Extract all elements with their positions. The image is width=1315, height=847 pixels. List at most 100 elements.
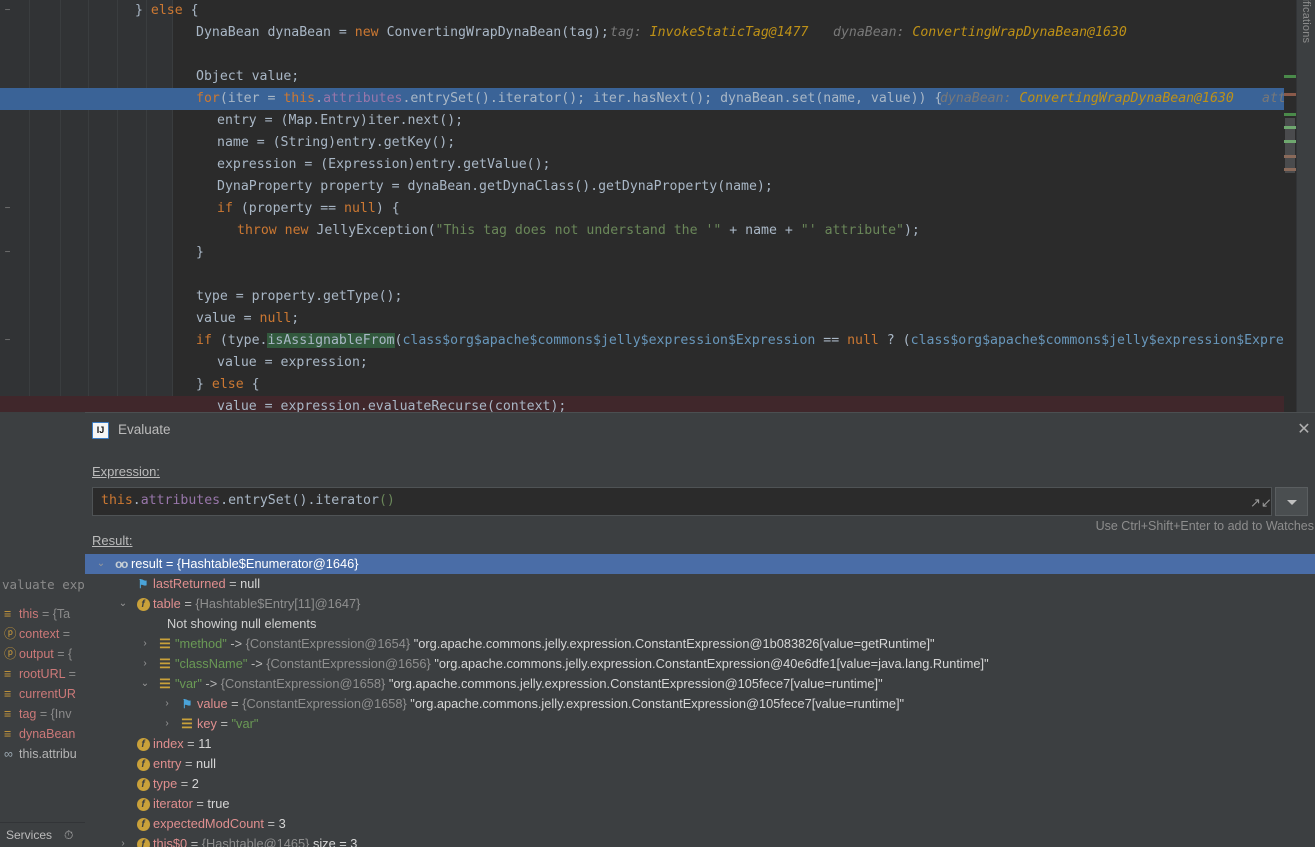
tree-row[interactable]: ⌄ f table = {Hashtable$Entry[11]@1647} bbox=[85, 594, 1315, 614]
tree-row-label: expectedModCount = 3 bbox=[153, 816, 286, 831]
code-editor[interactable]: −−−−▶ } else {DynaBean dynaBean = new Co… bbox=[0, 0, 1315, 412]
error-stripe-mark[interactable] bbox=[1284, 140, 1296, 143]
expression-label: Expression: bbox=[92, 464, 160, 479]
code-line[interactable]: type = property.getType(); bbox=[0, 286, 1290, 308]
chevron-right-icon[interactable]: › bbox=[161, 694, 173, 714]
variable-row[interactable]: ⓟ output = { bbox=[0, 644, 86, 664]
code-line[interactable]: value = expression; bbox=[0, 352, 1290, 374]
tree-row[interactable]: › ⚑ value = {ConstantExpression@1658} "org… bbox=[85, 694, 1315, 714]
code-line[interactable]: if (type.isAssignableFrom(class$org$apac… bbox=[0, 330, 1292, 352]
iterator-icon: ∞ bbox=[4, 747, 13, 761]
variable-row[interactable]: ≡ rootURL = bbox=[0, 664, 86, 684]
tree-row-label: table = {Hashtable$Entry[11]@1647} bbox=[153, 596, 361, 611]
code-line[interactable]: value = null; bbox=[0, 308, 1290, 330]
result-tree[interactable]: ⌄ oo result = {Hashtable$Enumerator@1646} ⚑… bbox=[85, 554, 1315, 847]
code-line-text: type = property.getType(); bbox=[196, 289, 403, 304]
code-line-text: value = null; bbox=[196, 311, 300, 326]
tree-row[interactable]: f type = 2 bbox=[85, 774, 1315, 794]
code-line[interactable]: if (property == null) { bbox=[0, 198, 1290, 220]
variable-row[interactable]: ∞ this.attribu bbox=[0, 744, 86, 764]
field-icon: f bbox=[135, 834, 151, 847]
code-line[interactable]: value = expression.evaluateRecurse(conte… bbox=[0, 396, 1290, 412]
list-icon: ≡ bbox=[4, 707, 12, 721]
dialog-title-bar[interactable]: IJ Evaluate ✕ bbox=[85, 413, 1315, 448]
expression-value[interactable]: this.attributes.entrySet().iterator() bbox=[101, 493, 395, 508]
tree-row[interactable]: f index = 11 bbox=[85, 734, 1315, 754]
code-line[interactable]: expression = (Expression)entry.getValue(… bbox=[0, 154, 1290, 176]
error-stripe-mark[interactable] bbox=[1284, 93, 1296, 96]
variable-value: = {Inv bbox=[39, 707, 72, 721]
error-stripe-mark[interactable] bbox=[1284, 126, 1296, 129]
tree-row[interactable]: ⌄ ☰ "var" -> {ConstantExpression@1658} "or… bbox=[85, 674, 1315, 694]
error-stripe-mark[interactable] bbox=[1284, 155, 1296, 158]
code-line-text: } else { bbox=[196, 377, 260, 392]
tree-row[interactable]: f entry = null bbox=[85, 754, 1315, 774]
tree-row[interactable]: › ☰ "className" -> {ConstantExpression@165… bbox=[85, 654, 1315, 674]
chevron-right-icon[interactable]: › bbox=[117, 834, 129, 847]
code-line[interactable]: DynaProperty property = dynaBean.getDyna… bbox=[0, 176, 1290, 198]
tree-row[interactable]: › ☰ key = "var" bbox=[85, 714, 1315, 734]
code-line-text: } else { bbox=[135, 3, 199, 18]
tree-row[interactable]: › ☰ "method" -> {ConstantExpression@1654} … bbox=[85, 634, 1315, 654]
code-line-text: } bbox=[196, 245, 204, 260]
variable-value: = { bbox=[57, 647, 73, 661]
tree-row[interactable]: f expectedModCount = 3 bbox=[85, 814, 1315, 834]
field-icon: f bbox=[135, 754, 151, 774]
error-stripe-mark[interactable] bbox=[1284, 113, 1296, 116]
code-line[interactable] bbox=[0, 264, 1290, 286]
code-line[interactable]: } bbox=[0, 242, 1290, 264]
code-line[interactable] bbox=[0, 44, 1290, 66]
field-icon: f bbox=[135, 734, 151, 754]
variable-row[interactable]: ≡ currentUR bbox=[0, 684, 86, 704]
chevron-right-icon[interactable]: › bbox=[139, 634, 151, 654]
code-line[interactable]: DynaBean dynaBean = new ConvertingWrapDy… bbox=[0, 22, 1290, 44]
variable-name: this.attribu bbox=[19, 747, 77, 761]
code-line[interactable]: entry = (Map.Entry)iter.next(); bbox=[0, 110, 1290, 132]
tree-row[interactable]: › f this$0 = {Hashtable@1465} size = 3 bbox=[85, 834, 1315, 847]
field-icon: f bbox=[135, 794, 151, 814]
tree-row-label: this$0 = {Hashtable@1465} size = 3 bbox=[153, 836, 358, 847]
tree-row[interactable]: ⌄ oo result = {Hashtable$Enumerator@1646} bbox=[85, 554, 1315, 574]
chevron-right-icon[interactable]: › bbox=[139, 654, 151, 674]
notifications-tool-label[interactable]: Notifications bbox=[1300, 0, 1312, 43]
list-icon: ≡ bbox=[4, 667, 12, 681]
variable-row[interactable]: ⓟ context = bbox=[0, 624, 86, 644]
chevron-down-icon[interactable]: ⌄ bbox=[139, 674, 151, 694]
variable-row[interactable]: ≡ tag = {Inv bbox=[0, 704, 86, 724]
code-line[interactable]: Object value; bbox=[0, 66, 1290, 88]
variable-name: context bbox=[19, 627, 63, 641]
chevron-right-icon[interactable]: › bbox=[161, 714, 173, 734]
debugger-variables-panel[interactable]: valuate expr ≡ this = {Ta ⓟ context = ⓟ outpu… bbox=[0, 412, 86, 822]
chevron-down-icon[interactable]: ⌄ bbox=[117, 594, 129, 614]
inline-debug-hint: dynaBean: ConvertingWrapDynaBean@1630 bbox=[940, 91, 1234, 106]
tree-row-label: index = 11 bbox=[153, 736, 212, 751]
code-line[interactable]: throw new JellyException("This tag does … bbox=[0, 220, 1290, 242]
evaluate-dialog[interactable]: IJ Evaluate ✕ Expression: this.attribute… bbox=[85, 412, 1315, 847]
list-icon: ☰ bbox=[159, 656, 171, 671]
code-line[interactable]: for(iter = this.attributes.entrySet().it… bbox=[0, 88, 1302, 110]
code-line[interactable]: name = (String)entry.getKey(); bbox=[0, 132, 1290, 154]
error-stripe-mark[interactable] bbox=[1284, 75, 1296, 78]
variables-eval-field[interactable]: valuate expr bbox=[0, 575, 86, 595]
tree-row-label: Not showing null elements bbox=[167, 616, 317, 631]
tree-row[interactable]: Not showing null elements bbox=[85, 614, 1315, 634]
variable-name: currentUR bbox=[19, 687, 76, 701]
status-bar[interactable]: Services ⏱ bbox=[0, 822, 86, 847]
source-code[interactable]: } else { DynaBean dynaBean = new Converti… bbox=[0, 0, 1302, 412]
error-stripe-mark[interactable] bbox=[1284, 168, 1296, 171]
code-line[interactable]: } else { bbox=[0, 0, 1290, 22]
tree-row[interactable]: ⚑ lastReturned = null bbox=[85, 574, 1315, 594]
expression-input[interactable]: this.attributes.entrySet().iterator() ↗↙ bbox=[92, 487, 1272, 516]
close-icon[interactable]: ✕ bbox=[1295, 421, 1313, 439]
run-clock-icon[interactable]: ⏱ bbox=[64, 828, 73, 843]
variable-row[interactable]: ≡ this = {Ta bbox=[0, 604, 86, 624]
variable-row[interactable]: ≡ dynaBean bbox=[0, 724, 86, 744]
code-line[interactable]: } else { bbox=[0, 374, 1290, 396]
expand-icon[interactable]: ↗↙ bbox=[1250, 495, 1272, 510]
error-stripe[interactable] bbox=[1284, 0, 1296, 412]
code-line-text: DynaBean dynaBean = new ConvertingWrapDy… bbox=[196, 25, 609, 40]
tree-row[interactable]: f iterator = true bbox=[85, 794, 1315, 814]
expression-history-dropdown[interactable] bbox=[1275, 487, 1308, 516]
services-button[interactable]: Services bbox=[6, 828, 52, 842]
chevron-down-icon[interactable]: ⌄ bbox=[95, 554, 107, 574]
